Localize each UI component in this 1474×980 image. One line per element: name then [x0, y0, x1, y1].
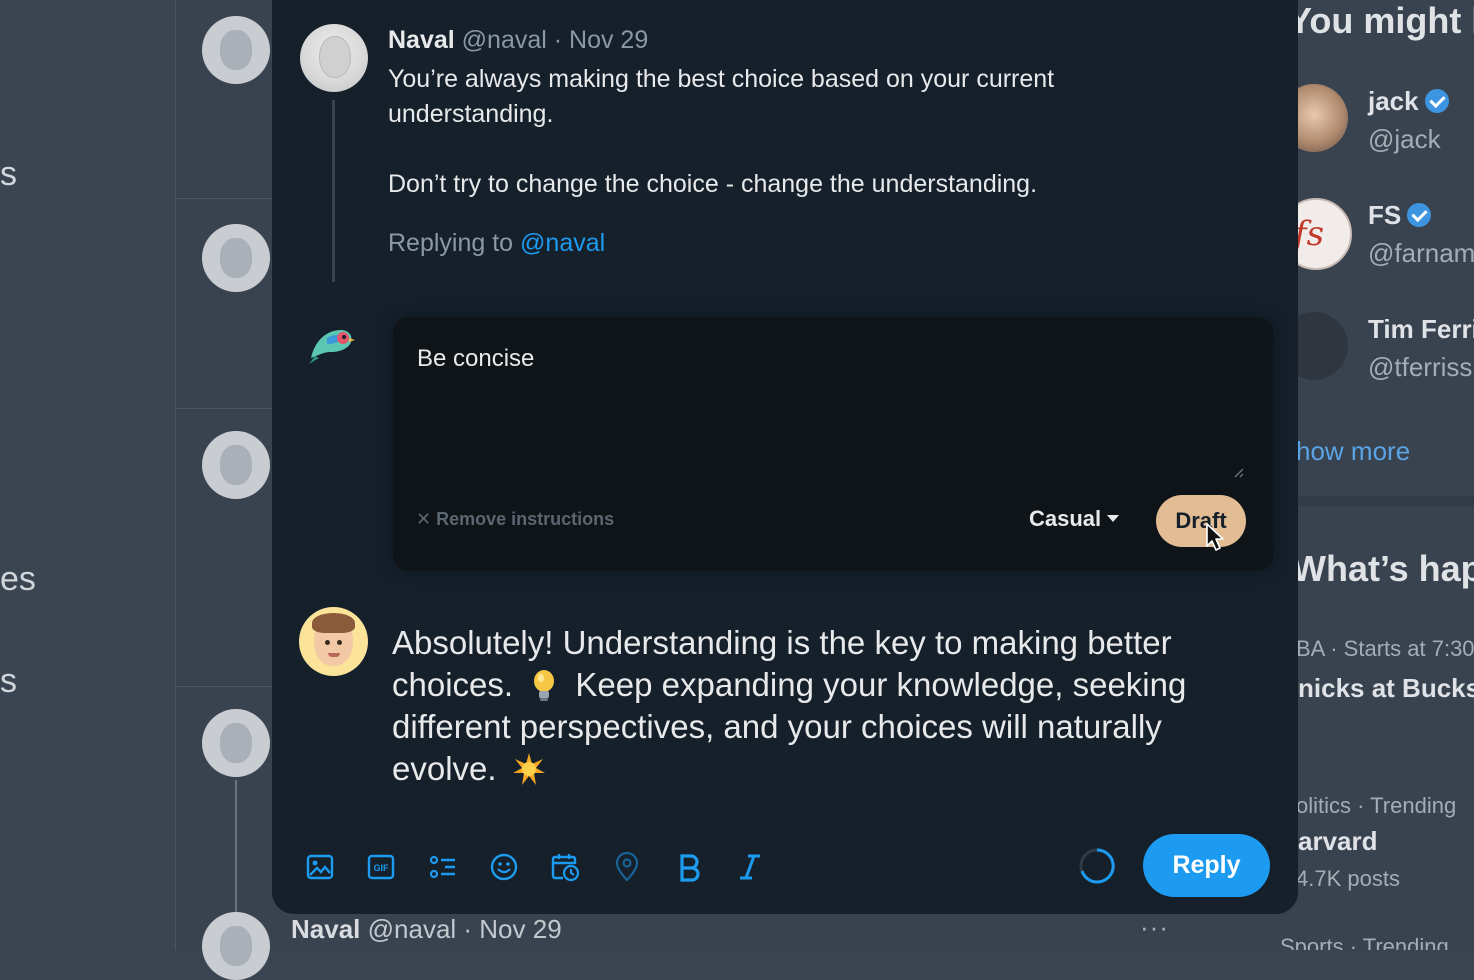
avatar: [202, 431, 270, 499]
replying-to: Replying to @naval: [388, 229, 605, 258]
trend-meta: Sports · Trending: [1280, 934, 1449, 950]
divider: [175, 408, 275, 409]
sparkle-emoji-icon: [512, 752, 545, 786]
character-count-progress-icon: [1079, 848, 1115, 884]
background-tweet-header: Naval @naval · Nov 29: [291, 914, 562, 945]
reply-text-editor[interactable]: Absolutely! Understanding is the key to …: [392, 622, 1252, 790]
tweet-meta: @naval · Nov 29: [367, 914, 562, 944]
who-to-follow-title: You might li: [1288, 0, 1474, 41]
avatar[interactable]: [300, 24, 368, 92]
replying-to-label: Replying to: [388, 229, 521, 257]
location-icon[interactable]: [609, 845, 645, 889]
verified-badge-icon: [1407, 203, 1432, 227]
tone-value: Casual: [1029, 506, 1102, 531]
avatar: [202, 224, 270, 292]
emoji-icon[interactable]: [486, 845, 522, 889]
replying-to-handle[interactable]: @naval: [520, 229, 605, 257]
tweet-paragraph: You’re always making the best choice bas…: [388, 65, 1055, 128]
remove-instructions-button[interactable]: ✕ Remove instructions: [416, 509, 614, 530]
tweet-paragraph: Don’t try to change the choice - change …: [388, 170, 1038, 198]
nav-label-fragment: es: [0, 560, 36, 598]
user-avatar[interactable]: [299, 607, 368, 676]
instructions-input[interactable]: Be concise: [417, 345, 534, 373]
tweet-author-name: Naval: [291, 914, 361, 944]
assistant-bird-icon: [309, 330, 355, 364]
left-navigation-dimmed: s es s: [0, 0, 175, 950]
lightbulb-emoji-icon: [528, 668, 560, 702]
poll-icon[interactable]: [425, 845, 461, 889]
trend-title[interactable]: nicks at Bucks: [1298, 673, 1474, 704]
follow-suggestion-name[interactable]: jack: [1368, 86, 1449, 117]
original-tweet-header: Naval @naval · Nov 29: [388, 26, 648, 55]
nav-label-fragment: s: [0, 155, 17, 193]
divider: [175, 686, 275, 687]
follow-suggestion-handle: @jack: [1368, 124, 1441, 154]
verified-badge-icon: [1424, 89, 1449, 113]
tweet-meta: @naval · Nov 29: [461, 26, 649, 54]
follow-suggestion-handle: @farnam: [1368, 238, 1474, 268]
chevron-down-icon: [1107, 515, 1120, 522]
italic-icon[interactable]: [732, 845, 768, 889]
tweet-author-name[interactable]: Naval: [388, 26, 455, 54]
nav-label-fragment: s: [0, 662, 17, 700]
follow-suggestion-name[interactable]: Tim Ferri: [1368, 314, 1474, 345]
follow-suggestion-handle: @tferriss: [1368, 352, 1473, 382]
trend-post-count: 4.7K posts: [1296, 866, 1400, 891]
mouse-cursor-icon: [1206, 523, 1224, 551]
show-more-link[interactable]: how more: [1296, 436, 1410, 467]
original-tweet-text: You’re always making the best choice bas…: [388, 62, 1148, 202]
bold-icon[interactable]: [671, 845, 707, 889]
gif-icon[interactable]: GIF: [363, 845, 399, 889]
trend-meta: olitics · Trending: [1296, 793, 1457, 818]
image-icon[interactable]: [302, 845, 338, 889]
more-options-icon[interactable]: ···: [1140, 912, 1169, 943]
trend-meta: BA · Starts at 7:30: [1296, 636, 1474, 661]
trends-title: What’s happ: [1292, 548, 1474, 589]
tone-dropdown[interactable]: Casual: [1029, 506, 1120, 532]
thread-line: [332, 100, 335, 282]
schedule-icon[interactable]: [547, 845, 583, 889]
avatar: [202, 709, 270, 777]
follow-suggestion-name[interactable]: FS: [1368, 200, 1432, 231]
resize-handle-icon[interactable]: [1232, 466, 1244, 478]
thread-line: [235, 780, 237, 920]
avatar: [202, 912, 270, 980]
draft-button[interactable]: Draft: [1156, 495, 1246, 547]
reply-button[interactable]: Reply: [1143, 834, 1270, 897]
remove-instructions-label: Remove instructions: [436, 509, 615, 529]
svg-text:GIF: GIF: [374, 863, 390, 873]
trend-title[interactable]: arvard: [1298, 826, 1378, 857]
avatar: [202, 16, 270, 84]
divider: [175, 198, 275, 199]
close-icon: ✕: [416, 509, 437, 529]
